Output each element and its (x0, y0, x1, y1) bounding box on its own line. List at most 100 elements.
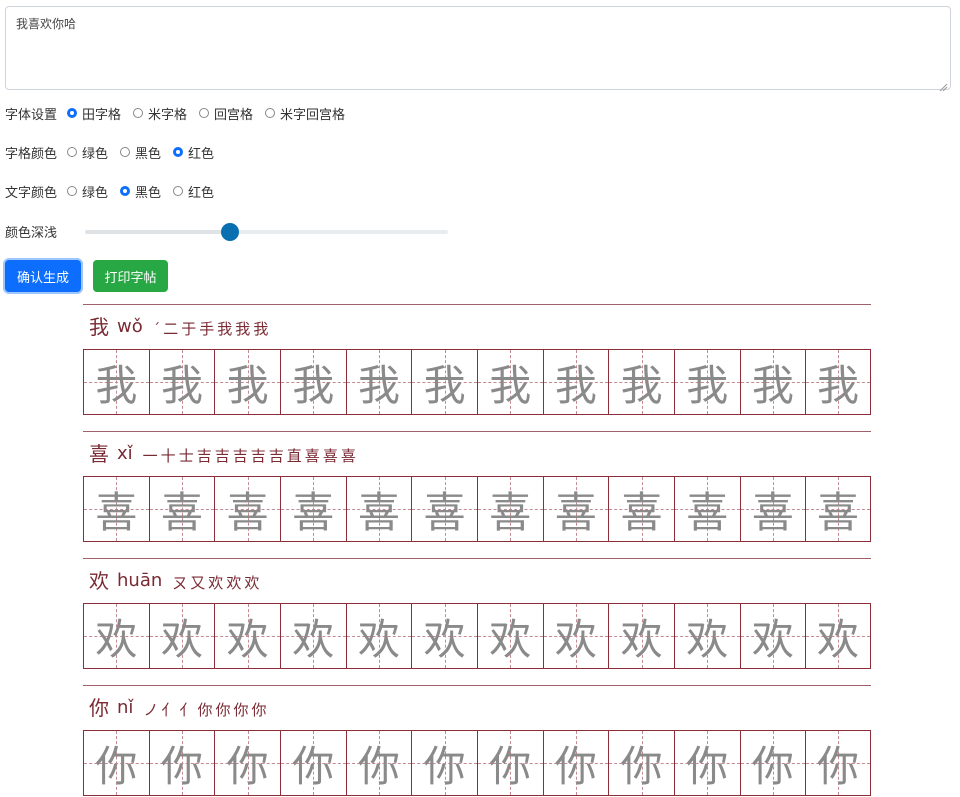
tianzige-cell: 我 (83, 350, 149, 414)
character-section: 你 nǐ ノ亻亻你你你你你你你你你你你你你你你你 (83, 685, 871, 797)
radio-button[interactable] (133, 108, 144, 118)
tianzige-cell: 我 (148, 350, 215, 414)
radio-button[interactable] (199, 108, 210, 118)
resize-grip-icon[interactable] (938, 77, 948, 92)
tianzige-cell: 欢 (739, 604, 806, 668)
tianzige-cell: 你 (476, 731, 543, 795)
stroke-step: 喜 (340, 447, 356, 465)
radio-button[interactable] (67, 147, 77, 157)
practice-character: 喜 (554, 487, 597, 537)
stroke-step: 吉 (214, 447, 230, 465)
radio-button[interactable] (265, 108, 276, 118)
tianzige-cell: 欢 (83, 604, 149, 668)
practice-character: 欢 (160, 614, 203, 664)
tianzige-cell: 你 (739, 731, 806, 795)
practice-character: 欢 (751, 614, 794, 664)
practice-character: 喜 (95, 487, 138, 537)
practice-grid: 我我我我我我我我我我我我 (83, 349, 871, 415)
tianzige-cell: 喜 (739, 477, 806, 541)
pinyin: huān (117, 570, 163, 591)
stroke-step: 我 (253, 320, 269, 338)
practice-character: 你 (357, 741, 400, 791)
stroke-step: 吉 (232, 447, 248, 465)
radio-button[interactable] (120, 147, 131, 157)
practice-character: 我 (751, 360, 794, 410)
stroke-step: 你 (215, 701, 231, 719)
radio-button[interactable] (120, 186, 131, 196)
tianzige-cell: 我 (279, 350, 346, 414)
stroke-step: 你 (197, 701, 213, 719)
shade-slider-thumb[interactable] (221, 223, 240, 241)
tianzige-cell: 你 (673, 731, 740, 795)
practice-character: 你 (226, 741, 269, 791)
tianzige-cell: 喜 (214, 477, 280, 541)
text-color-option-1[interactable]: 黑色 (120, 182, 161, 201)
font-option-2[interactable]: 回宫格 (199, 104, 253, 123)
tianzige-cell: 你 (542, 731, 609, 795)
radio-label: 绿色 (82, 185, 109, 201)
text-input[interactable] (5, 6, 951, 90)
tianzige-cell: 欢 (476, 604, 543, 668)
grid-color-option-0[interactable]: 绿色 (67, 143, 108, 162)
practice-character: 我 (423, 360, 466, 410)
radio-label: 回宫格 (214, 107, 254, 123)
font-option-1[interactable]: 米字格 (133, 104, 187, 123)
tianzige-cell: 欢 (411, 604, 477, 668)
confirm-generate-button[interactable]: 确认生成 (5, 260, 81, 292)
stroke-step: 你 (251, 701, 267, 719)
tianzige-cell: 欢 (214, 604, 280, 668)
print-button[interactable]: 打印字帖 (93, 260, 168, 292)
stroke-step: 喜 (304, 447, 320, 465)
grid-color-option-2[interactable]: 红色 (173, 143, 214, 162)
section-divider (83, 685, 871, 686)
stroke-step: ㄡ (172, 574, 188, 592)
stroke-order: ノ亻亻你你你你 (143, 700, 269, 720)
grid-color-option-1[interactable]: 黑色 (120, 143, 161, 162)
practice-character: 喜 (423, 487, 466, 537)
stroke-step: 我 (217, 320, 233, 338)
tianzige-cell: 我 (673, 350, 740, 414)
radio-button[interactable] (67, 108, 77, 118)
radio-button[interactable] (173, 147, 184, 157)
tianzige-cell: 你 (279, 731, 346, 795)
font-option-0[interactable]: 田字格 (67, 104, 121, 123)
practice-character: 我 (817, 360, 860, 410)
grid-color-row: 字格颜色 绿色 黑色 红色 (5, 142, 226, 162)
tianzige-cell: 喜 (148, 477, 215, 541)
practice-character: 欢 (226, 614, 269, 664)
font-option-3[interactable]: 米字回宫格 (265, 104, 345, 123)
heading-character: 我 (89, 315, 109, 339)
font-setting-label: 字体设置 (5, 107, 58, 123)
practice-character: 你 (423, 741, 466, 791)
character-heading: 你 nǐ ノ亻亻你你你你 (89, 694, 270, 720)
practice-character: 你 (620, 741, 663, 791)
tianzige-cell: 喜 (542, 477, 609, 541)
radio-label: 黑色 (135, 185, 162, 201)
radio-label: 绿色 (82, 146, 109, 162)
stroke-step: 欢 (208, 574, 224, 592)
heading-character: 喜 (89, 442, 109, 466)
practice-grid: 喜喜喜喜喜喜喜喜喜喜喜喜 (83, 476, 871, 542)
practice-character: 我 (554, 360, 597, 410)
text-color-option-0[interactable]: 绿色 (67, 182, 108, 201)
text-color-option-2[interactable]: 红色 (173, 182, 214, 201)
shade-slider[interactable] (85, 223, 448, 241)
radio-button[interactable] (67, 186, 77, 196)
stroke-order: ˊ二于手我我我 (153, 319, 272, 339)
radio-label: 米字回宫格 (280, 107, 346, 123)
practice-character: 喜 (357, 487, 400, 537)
radio-label: 米字格 (148, 107, 188, 123)
tianzige-cell: 欢 (279, 604, 346, 668)
tianzige-cell: 我 (739, 350, 806, 414)
stroke-step: 二 (163, 320, 179, 338)
practice-grid: 欢欢欢欢欢欢欢欢欢欢欢欢 (83, 603, 871, 669)
tianzige-cell: 喜 (345, 477, 412, 541)
radio-label: 田字格 (82, 107, 122, 123)
character-section: 欢 huān ㄡ又欢欢欢欢欢欢欢欢欢欢欢欢欢欢欢 (83, 558, 871, 670)
tianzige-cell: 你 (83, 731, 149, 795)
practice-character: 喜 (817, 487, 860, 537)
practice-character: 欢 (489, 614, 532, 664)
text-color-label: 文字颜色 (5, 185, 58, 201)
text-color-row: 文字颜色 绿色 黑色 红色 (5, 181, 226, 201)
radio-button[interactable] (173, 186, 184, 196)
